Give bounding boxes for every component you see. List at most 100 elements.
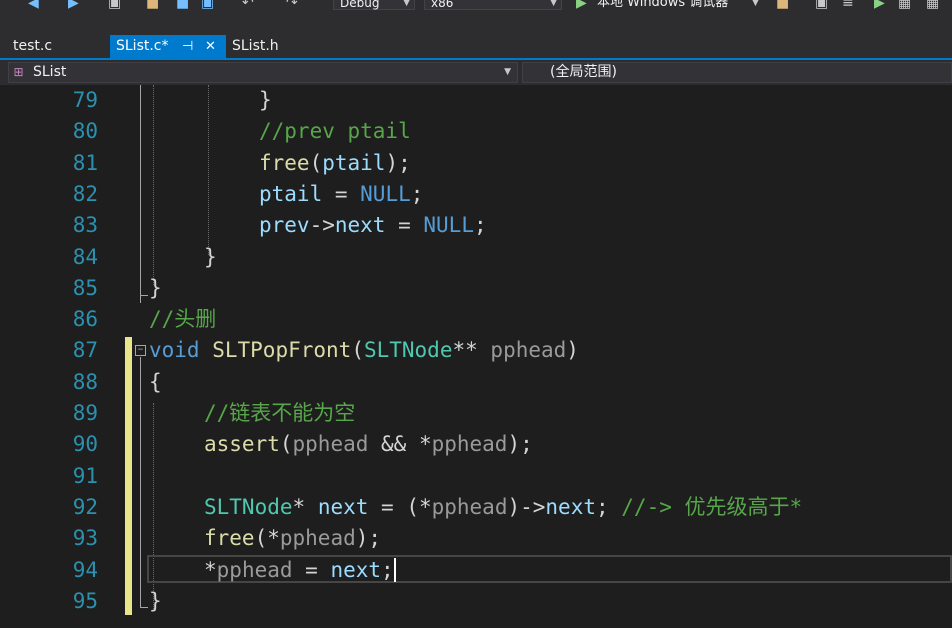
grid-icon[interactable]: ▦ [926, 0, 939, 12]
code-text: //链表不能为空 [204, 398, 355, 429]
chevron-down-icon: ▼ [550, 0, 557, 8]
code-token: )-> [507, 494, 546, 519]
code-line[interactable]: 91 [0, 461, 952, 492]
code-line[interactable]: 94 *pphead = next; [0, 555, 952, 586]
code-text: void SLTPopFront(SLTNode** pphead) [149, 335, 579, 366]
code-token: pphead [490, 338, 567, 363]
member-select[interactable]: (全局范围) [522, 62, 952, 83]
code-text: { [149, 367, 162, 398]
code-token: pphead [431, 432, 508, 457]
tab-slist-h[interactable]: SList.h [226, 35, 316, 58]
code-line[interactable]: 88 { [0, 367, 952, 398]
code-token: pphead [216, 557, 293, 582]
code-token: //-> 优先级高于* [621, 494, 803, 519]
code-text: free(ptail); [259, 148, 411, 179]
code-token: ( [279, 432, 293, 457]
solution-configuration-select[interactable]: Debug ▼ [333, 0, 415, 10]
line-number: 93 [72, 526, 98, 551]
code-token: prev [259, 213, 310, 238]
comment-icon[interactable]: ≡ [842, 0, 854, 12]
code-token: ) [566, 338, 579, 363]
line-number: 92 [72, 494, 98, 519]
run-icon[interactable]: ▶ [874, 0, 885, 12]
code-line[interactable]: 82 ptail = NULL; [0, 179, 952, 210]
code-line[interactable]: 80 //prev ptail [0, 116, 952, 147]
code-token: assert [204, 432, 280, 457]
code-line[interactable]: 79} [0, 85, 952, 116]
code-line[interactable]: 85} [0, 273, 952, 304]
code-token: NULL [360, 181, 411, 206]
code-token: SLTPopFront [212, 338, 352, 363]
tab-test-c[interactable]: test.c [0, 35, 110, 58]
code-line[interactable]: 93 free(*pphead); [0, 523, 952, 554]
chevron-down-icon: ▼ [403, 0, 410, 8]
navigate-forward-icon[interactable]: ▶ [68, 0, 79, 12]
code-line[interactable]: 95} [0, 586, 952, 617]
code-token: ); [507, 432, 533, 457]
grid-icon[interactable]: ▦ [898, 0, 911, 12]
line-number: 85 [72, 275, 98, 300]
close-icon[interactable]: ✕ [205, 35, 216, 58]
code-text: prev->next = NULL; [259, 210, 487, 241]
undo-icon[interactable]: ↶ [242, 0, 254, 12]
solution-platform-value: x86 [431, 0, 454, 10]
code-token: && * [368, 432, 432, 457]
chevron-down-icon[interactable]: ▼ [752, 0, 759, 12]
new-file-icon[interactable]: ▣ [108, 0, 121, 12]
code-line[interactable]: 84} [0, 242, 952, 273]
code-text: } [259, 85, 272, 116]
code-editor[interactable]: − 79} 80//prev ptail 81 free(ptail); 82 ptail… [0, 85, 952, 628]
code-token: = [292, 557, 331, 582]
find-icon[interactable]: ■ [776, 0, 789, 12]
window-icon[interactable]: ▣ [815, 0, 828, 12]
code-token: } [149, 588, 162, 613]
code-line[interactable]: 92 SLTNode* next = (*pphead)->next; //-> … [0, 492, 952, 523]
code-token: void [149, 338, 200, 363]
code-text: } [149, 586, 162, 617]
redo-icon[interactable]: ↷ [286, 0, 298, 12]
code-line[interactable]: 86 //头删 [0, 304, 952, 335]
pin-icon[interactable]: ⊣ [182, 35, 193, 58]
document-tabs: test.c SList.c* ⊣ ✕ SList.h [0, 14, 952, 60]
code-text: free(*pphead); [204, 523, 381, 554]
start-debugging-button[interactable]: 本地 Windows 调试器 [597, 0, 728, 12]
navigate-back-icon[interactable]: ◀ [28, 0, 39, 12]
code-text: //prev ptail [259, 116, 411, 147]
code-token: ); [355, 526, 382, 551]
save-icon[interactable]: ■ [176, 0, 189, 12]
code-line[interactable]: 87 void SLTPopFront(SLTNode** pphead) [0, 335, 952, 366]
code-line[interactable]: 89 //链表不能为空 [0, 398, 952, 429]
code-token: pphead [279, 526, 356, 551]
start-debugging-icon[interactable]: ▶ [576, 0, 587, 12]
save-all-icon[interactable]: ▣ [201, 0, 214, 12]
code-token: = [322, 181, 361, 206]
code-token: ; [381, 557, 394, 582]
code-token: next [545, 494, 596, 519]
tab-slist-c[interactable]: SList.c* ⊣ ✕ [110, 35, 226, 58]
scope-select[interactable]: ⊞ SList ▼ [8, 62, 518, 83]
code-line[interactable]: 83 prev->next = NULL; [0, 210, 952, 241]
solution-configuration-value: Debug [340, 0, 380, 10]
code-token: free [204, 526, 255, 551]
code-text: SLTNode* next = (*pphead)->next; //-> 优先… [204, 492, 802, 523]
code-token: free [259, 150, 310, 175]
open-folder-icon[interactable]: ■ [146, 0, 159, 12]
line-number: 79 [72, 88, 98, 112]
code-token: next [334, 213, 386, 238]
code-token: SLTNode [363, 338, 453, 363]
line-number: 94 [72, 557, 98, 582]
code-token: NULL [423, 213, 474, 238]
code-token: * [204, 557, 217, 582]
line-number: 86 [72, 307, 98, 332]
code-text: } [149, 273, 162, 304]
code-text: //头删 [149, 304, 216, 335]
code-line[interactable]: 81 free(ptail); [0, 148, 952, 179]
tab-label: SList.c* [116, 38, 169, 54]
line-number: 88 [72, 369, 98, 394]
code-token: = [385, 213, 424, 238]
code-token: ** [452, 338, 491, 363]
line-number: 84 [72, 244, 98, 269]
solution-platform-select[interactable]: x86 ▼ [424, 0, 562, 10]
code-line[interactable]: 90 assert(pphead && *pphead); [0, 429, 952, 460]
